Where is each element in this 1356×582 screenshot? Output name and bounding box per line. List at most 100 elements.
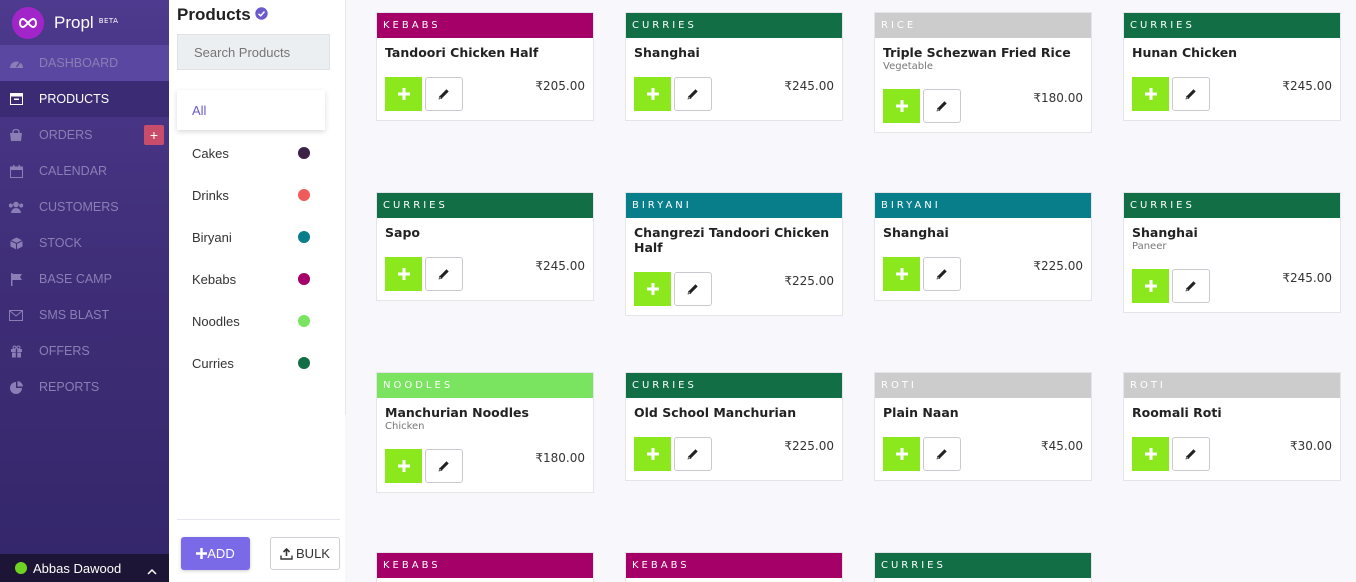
edit-product-button[interactable] xyxy=(923,257,961,291)
category-color-dot xyxy=(298,357,310,369)
product-card[interactable]: KEBABS xyxy=(376,552,594,582)
edit-product-button[interactable] xyxy=(1172,77,1210,111)
category-item[interactable]: Biryani xyxy=(177,216,325,258)
add-to-order-button[interactable] xyxy=(385,77,422,111)
upload-icon xyxy=(280,547,293,560)
plus-icon xyxy=(895,268,908,280)
add-product-button[interactable]: ADD xyxy=(181,537,250,570)
add-to-order-button[interactable] xyxy=(385,449,422,483)
category-item[interactable]: Cakes xyxy=(177,132,325,174)
category-color-dot xyxy=(298,189,310,201)
category-label: Drinks xyxy=(192,187,229,203)
category-tag: NOODLES xyxy=(377,373,593,398)
customers-icon xyxy=(8,200,24,214)
add-order-button[interactable]: + xyxy=(144,125,164,145)
nav-item-products[interactable]: PRODUCTS xyxy=(0,81,169,117)
category-item[interactable]: Drinks xyxy=(177,174,325,216)
product-name: Roomali Roti xyxy=(1132,405,1222,420)
edit-product-button[interactable] xyxy=(1172,437,1210,471)
product-price: ₹225.00 xyxy=(1033,259,1083,273)
product-card[interactable]: NOODLES Manchurian Noodles Chicken ₹180.00 xyxy=(376,372,594,493)
edit-product-button[interactable] xyxy=(425,449,463,483)
category-item[interactable]: Kebabs xyxy=(177,258,325,300)
nav-item-sms-blast[interactable]: SMS BLAST xyxy=(0,297,169,333)
product-price: ₹180.00 xyxy=(1033,91,1083,105)
add-to-order-button[interactable] xyxy=(1132,269,1169,303)
user-name: Abbas Dawood xyxy=(33,560,122,576)
category-tag: KEBABS xyxy=(626,553,842,578)
add-to-order-button[interactable] xyxy=(883,257,920,291)
add-to-order-button[interactable] xyxy=(1132,437,1169,471)
product-card[interactable]: BIRYANI Shanghai ₹225.00 xyxy=(874,192,1092,301)
plus-icon xyxy=(1144,88,1157,100)
category-label: Biryani xyxy=(192,229,232,245)
category-list: All Cakes Drinks Biryani Kebabs Noodles Currie… xyxy=(177,90,325,384)
brand[interactable]: Propl BETA xyxy=(0,0,169,45)
add-to-order-button[interactable] xyxy=(385,257,422,291)
product-card[interactable]: BIRYANI Changrezi Tandoori Chicken Half ₹2… xyxy=(625,192,843,316)
product-card[interactable]: CURRIES Shanghai Paneer ₹245.00 xyxy=(1123,192,1341,313)
sidebar: Propl BETA DASHBOARD PRODUCTS ORDERS + C… xyxy=(0,0,169,582)
gift-icon xyxy=(8,344,24,358)
add-to-order-button[interactable] xyxy=(634,77,671,111)
product-card[interactable]: CURRIES Hunan Chicken ₹245.00 xyxy=(1123,12,1341,121)
card-footer: ₹245.00 xyxy=(1124,252,1340,312)
nav-item-offers[interactable]: OFFERS xyxy=(0,333,169,369)
add-to-order-button[interactable] xyxy=(883,89,920,123)
product-card[interactable]: ROTI Plain Naan ₹45.00 xyxy=(874,372,1092,481)
main-nav: DASHBOARD PRODUCTS ORDERS + CALENDAR CUS… xyxy=(0,45,169,405)
edit-product-button[interactable] xyxy=(425,257,463,291)
category-label: Cakes xyxy=(192,145,229,161)
nav-item-reports[interactable]: REPORTS xyxy=(0,369,169,405)
add-to-order-button[interactable] xyxy=(883,437,920,471)
search-products-input[interactable] xyxy=(177,34,330,70)
edit-product-button[interactable] xyxy=(674,77,712,111)
product-card[interactable]: KEBABS xyxy=(625,552,843,582)
edit-product-button[interactable] xyxy=(674,272,712,306)
bulk-button-label: BULK xyxy=(296,546,330,561)
product-name: Triple Schezwan Fried Rice xyxy=(883,45,1071,60)
nav-item-dashboard[interactable]: DASHBOARD xyxy=(0,45,169,81)
category-item[interactable]: All xyxy=(177,90,325,130)
category-tag: CURRIES xyxy=(1124,193,1340,218)
product-card[interactable]: RICE Triple Schezwan Fried Rice Vegetable ₹… xyxy=(874,12,1092,133)
verified-check-icon xyxy=(254,5,268,25)
edit-product-button[interactable] xyxy=(923,89,961,123)
category-tag: CURRIES xyxy=(1124,13,1340,38)
chevron-up-icon[interactable] xyxy=(147,563,157,578)
nav-item-customers[interactable]: CUSTOMERS xyxy=(0,189,169,225)
product-card[interactable]: CURRIES Shanghai ₹245.00 xyxy=(625,12,843,121)
product-name: Shanghai xyxy=(634,45,700,60)
category-tag: ROTI xyxy=(875,373,1091,398)
bulk-upload-button[interactable]: BULK xyxy=(270,537,340,570)
nav-label: ORDERS xyxy=(39,128,93,142)
add-to-order-button[interactable] xyxy=(1132,77,1169,111)
plus-icon xyxy=(895,100,908,112)
product-card[interactable]: ROTI Roomali Roti ₹30.00 xyxy=(1123,372,1341,481)
page-title: Products xyxy=(177,5,268,25)
nav-item-calendar[interactable]: CALENDAR xyxy=(0,153,169,189)
user-menu[interactable]: Abbas Dawood xyxy=(0,554,169,582)
add-to-order-button[interactable] xyxy=(634,437,671,471)
edit-product-button[interactable] xyxy=(923,437,961,471)
add-to-order-button[interactable] xyxy=(634,272,671,306)
nav-item-base-camp[interactable]: BASE CAMP xyxy=(0,261,169,297)
nav-label: CALENDAR xyxy=(39,164,108,178)
product-name: Old School Manchurian xyxy=(634,405,797,420)
nav-label: BASE CAMP xyxy=(39,272,112,286)
edit-product-button[interactable] xyxy=(674,437,712,471)
nav-item-orders[interactable]: ORDERS + xyxy=(0,117,169,153)
brand-name: Propl xyxy=(54,12,94,32)
product-card[interactable]: KEBABS Tandoori Chicken Half ₹205.00 xyxy=(376,12,594,121)
product-card[interactable]: CURRIES Sapo ₹245.00 xyxy=(376,192,594,301)
nav-item-stock[interactable]: STOCK xyxy=(0,225,169,261)
category-item[interactable]: Noodles xyxy=(177,300,325,342)
category-label: All xyxy=(192,102,207,118)
card-footer: ₹30.00 xyxy=(1124,420,1340,480)
category-item[interactable]: Curries xyxy=(177,342,325,384)
edit-product-button[interactable] xyxy=(425,77,463,111)
edit-product-button[interactable] xyxy=(1172,269,1210,303)
product-card[interactable]: CURRIES xyxy=(874,552,1092,582)
plus-icon xyxy=(1144,448,1157,460)
product-card[interactable]: CURRIES Old School Manchurian ₹225.00 xyxy=(625,372,843,481)
